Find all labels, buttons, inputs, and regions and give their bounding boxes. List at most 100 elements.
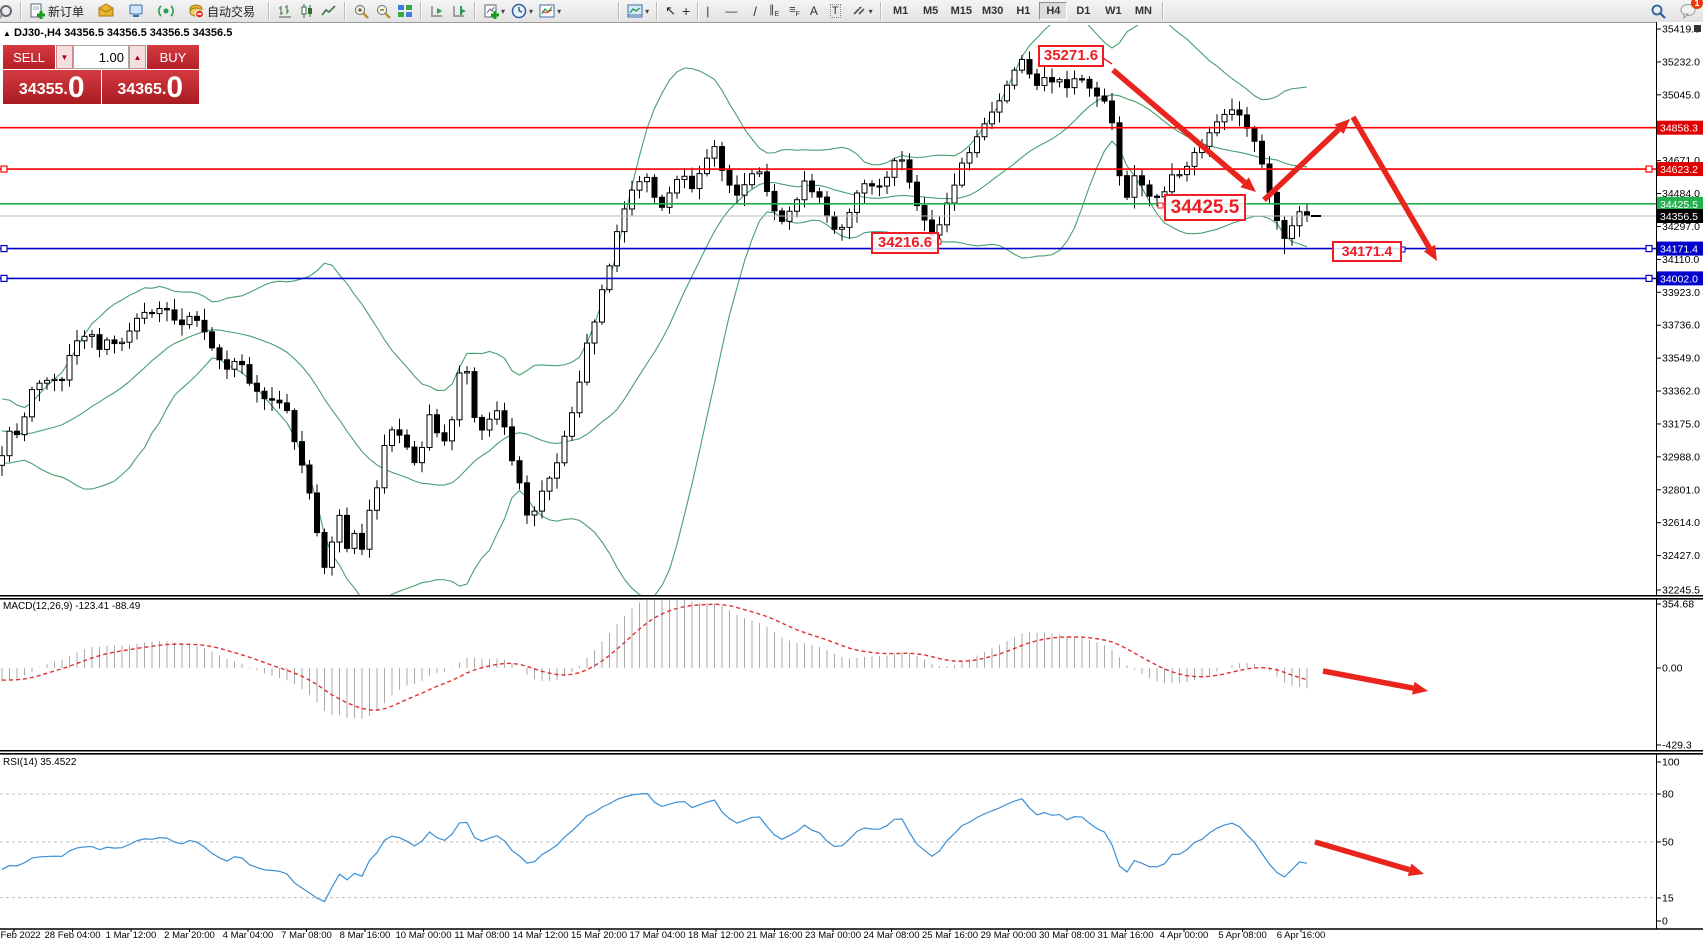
candle-body	[255, 383, 260, 391]
periods-button[interactable]: ▾	[508, 1, 536, 21]
pane-separator	[0, 597, 1703, 598]
candle-body	[532, 511, 537, 515]
candle-body	[105, 340, 110, 349]
line-chart-mode-button[interactable]	[318, 1, 340, 21]
timeframe-mn[interactable]: MN	[1129, 2, 1157, 20]
time-axis-label: 31 Mar 16:00	[1098, 930, 1154, 941]
axis-tick-label: 33175.0	[1662, 418, 1700, 430]
buy-button[interactable]: BUY	[146, 45, 199, 69]
text-label-tool[interactable]: T	[827, 1, 844, 21]
candle-body	[877, 186, 882, 187]
candle-body	[1267, 164, 1272, 192]
dropdown-arrow-icon: ▾	[557, 7, 561, 16]
chart-area[interactable]: 35419.035232.035045.034858.034671.034484…	[0, 22, 1703, 942]
candle-body	[720, 147, 725, 171]
candle-body	[127, 331, 132, 342]
candle-body	[480, 417, 485, 430]
candle-body	[1170, 175, 1175, 192]
auto-scroll-button[interactable]	[426, 1, 448, 21]
mql-community-button[interactable]	[125, 1, 147, 21]
candle-chart-mode-button[interactable]	[296, 1, 318, 21]
tile-windows-icon	[397, 3, 413, 19]
candle-body	[1095, 88, 1100, 96]
indicators-button[interactable]: ▾	[536, 1, 564, 21]
candle-body	[1222, 114, 1227, 121]
volume-input[interactable]	[73, 45, 129, 69]
chart-window-mode-button[interactable]: ▾	[624, 1, 652, 21]
timeframe-m15[interactable]: M15	[947, 2, 976, 20]
candle-body	[652, 177, 657, 197]
candle-body	[315, 493, 320, 533]
candle-body	[360, 533, 365, 549]
trendline-tool[interactable]: /	[750, 1, 760, 21]
sell-price-button[interactable]: 34355.0	[3, 70, 101, 104]
fibonacci-tool[interactable]: ≡F	[786, 1, 803, 21]
candle-body	[1035, 74, 1040, 85]
axis-tick-label: -429.3	[1662, 740, 1692, 752]
chart-shift-button[interactable]	[448, 1, 470, 21]
timeframe-h1[interactable]: H1	[1009, 2, 1037, 20]
crosshair-tool[interactable]: +	[679, 1, 693, 21]
dropdown-arrow-icon: ▾	[645, 7, 649, 16]
candle-body	[637, 182, 642, 191]
tile-windows-button[interactable]	[394, 1, 416, 21]
volume-increase-button[interactable]: ▲	[129, 45, 146, 69]
rsi-indicator-label: RSI(14) 35.4522	[3, 757, 76, 768]
candle-body	[232, 361, 237, 369]
mailbox-button[interactable]	[95, 1, 117, 21]
candle-body	[142, 312, 147, 318]
price-annotation[interactable]: 34216.6	[871, 232, 939, 254]
timeframe-h4[interactable]: H4	[1039, 2, 1067, 20]
signals-button[interactable]	[155, 1, 177, 21]
pane-separator	[0, 752, 1703, 753]
vertical-line-tool[interactable]: |	[703, 1, 712, 21]
candle-body	[1110, 101, 1115, 123]
trend-arrow	[1323, 671, 1413, 688]
search-button[interactable]	[1647, 1, 1669, 21]
channel-tool[interactable]: ∥E	[766, 1, 782, 21]
timeframe-m5[interactable]: M5	[917, 2, 945, 20]
candle-body	[990, 112, 995, 124]
candle-body	[97, 335, 102, 350]
horizontal-line-tool[interactable]: —	[722, 1, 740, 21]
timeframe-m1[interactable]: M1	[887, 2, 915, 20]
timeframe-m30[interactable]: M30	[978, 2, 1007, 20]
shapes-tool[interactable]: ▾	[848, 1, 876, 21]
price-annotation[interactable]: 35271.6	[1038, 45, 1104, 67]
buy-price-button[interactable]: 34365.0	[102, 70, 200, 104]
price-annotation[interactable]: 34425.5	[1164, 194, 1246, 221]
zoom-in-button[interactable]	[350, 1, 372, 21]
autotrade-button[interactable]: 自动交易	[185, 1, 258, 21]
candle-body	[247, 365, 252, 384]
sell-price: 34355	[19, 77, 64, 103]
notifications-button[interactable]: 1	[1677, 1, 1699, 21]
sell-button[interactable]: SELL	[3, 45, 56, 69]
zoom-out-button[interactable]	[372, 1, 394, 21]
candle-body	[1072, 79, 1077, 88]
candle-body	[622, 209, 627, 232]
report-icon[interactable]	[0, 1, 16, 21]
candle-body	[1297, 212, 1302, 226]
new-chart-button[interactable]: ▾	[480, 1, 508, 21]
candle-body	[945, 203, 950, 225]
candle-body	[600, 290, 605, 322]
volume-decrease-button[interactable]: ▼	[56, 45, 73, 69]
text-tool[interactable]: A	[807, 1, 821, 21]
time-axis-label: 29 Mar 00:00	[981, 930, 1037, 941]
candle-body	[577, 382, 582, 413]
cursor-tool[interactable]: ↖	[662, 1, 679, 21]
candle-body	[765, 172, 770, 192]
candle-body	[1185, 166, 1190, 174]
new-order-icon	[29, 3, 45, 19]
line-chart-icon	[321, 3, 337, 19]
price-annotation[interactable]: 34171.4	[1332, 241, 1402, 262]
bar-chart-mode-button[interactable]	[274, 1, 296, 21]
candle-body	[525, 483, 530, 515]
new-order-button[interactable]: 新订单	[26, 1, 87, 21]
collapse-triangle-icon[interactable]: ▲	[3, 29, 11, 38]
candle-body	[82, 336, 87, 340]
candle-body	[270, 399, 275, 400]
candle-body	[367, 510, 372, 549]
timeframe-w1[interactable]: W1	[1099, 2, 1127, 20]
timeframe-d1[interactable]: D1	[1069, 2, 1097, 20]
